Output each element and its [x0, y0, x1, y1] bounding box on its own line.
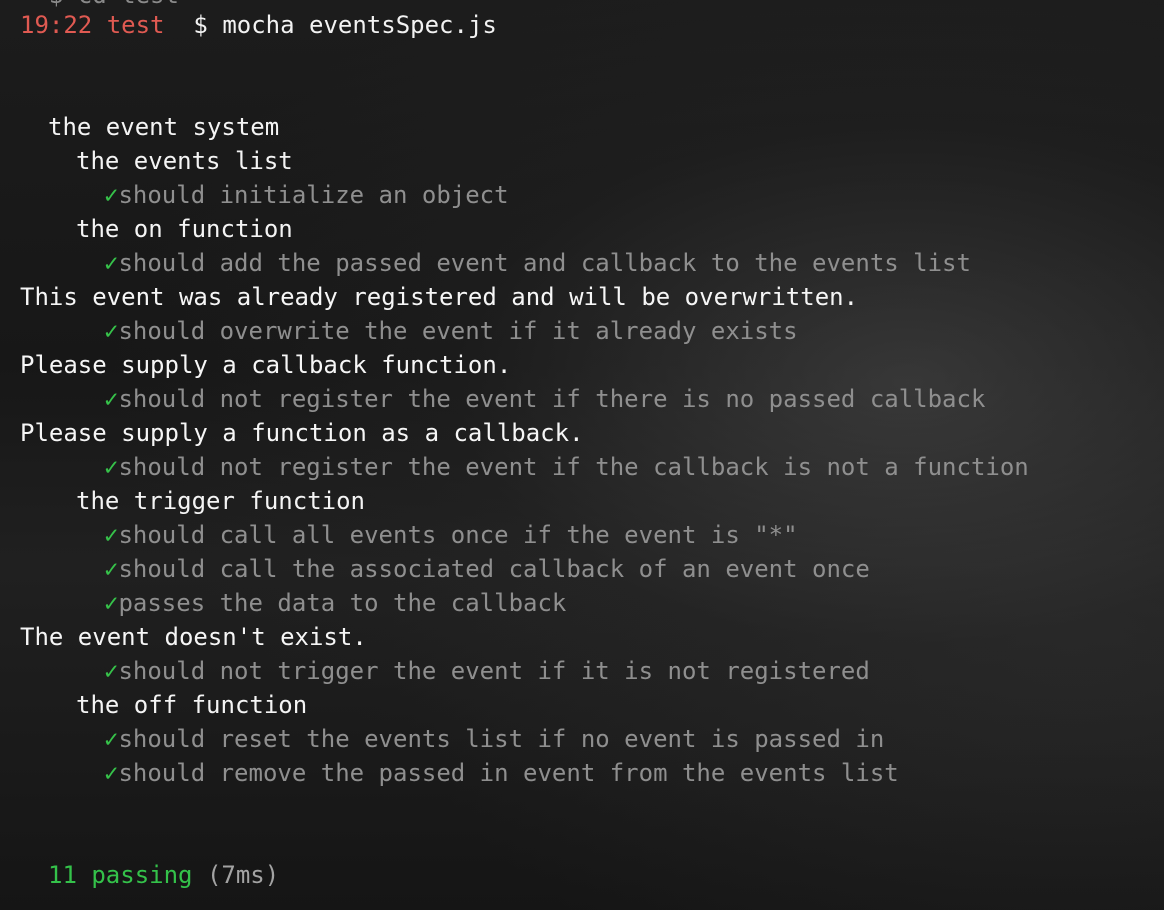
console-log-line: Please supply a callback function. [20, 351, 512, 379]
check-icon: ✓ [104, 725, 119, 753]
suite-title-off: the off function [76, 691, 308, 719]
summary-line: 11 passing (7ms) [48, 858, 279, 892]
test-title: passes the data to the callback [118, 589, 567, 617]
test-result: ✓should overwrite the event if it alread… [104, 314, 798, 348]
passing-count: 11 passing [48, 861, 193, 889]
test-title: should remove the passed in event from t… [118, 759, 899, 787]
check-icon: ✓ [104, 249, 119, 277]
check-icon: ✓ [104, 317, 119, 345]
test-result: ✓should call all events once if the even… [104, 518, 798, 552]
check-icon: ✓ [104, 453, 119, 481]
suite-title-trigger: the trigger function [76, 487, 365, 515]
test-result: ✓passes the data to the callback [104, 586, 566, 620]
suite-title-events-list: the events list [76, 147, 293, 175]
console-log-line: This event was already registered and wi… [20, 283, 859, 311]
test-result: ✓should call the associated callback of … [104, 552, 870, 586]
test-title: should call all events once if the event… [118, 521, 798, 549]
check-icon: ✓ [104, 657, 119, 685]
test-title: should not trigger the event if it is no… [118, 657, 870, 685]
prompt-line: 19:22 test $ mocha eventsSpec.js [20, 8, 497, 42]
command-text: mocha eventsSpec.js [222, 11, 497, 39]
check-icon: ✓ [104, 589, 119, 617]
terminal-window[interactable]: ~ $ cd test 19:22 test $ mocha eventsSpe… [0, 0, 1164, 910]
test-result: ✓should not register the event if the ca… [104, 450, 1029, 484]
test-title: should add the passed event and callback… [118, 249, 971, 277]
test-result: ✓should reset the events list if no even… [104, 722, 884, 756]
console-log-line: The event doesn't exist. [20, 623, 367, 651]
test-title: should reset the events list if no event… [118, 725, 885, 753]
prompt-directory: test [106, 11, 165, 39]
test-title: should not register the event if there i… [118, 385, 986, 413]
duration: (7ms) [206, 861, 280, 889]
check-icon: ✓ [104, 385, 119, 413]
test-result: ✓should not trigger the event if it is n… [104, 654, 870, 688]
prompt-symbol: $ [193, 11, 208, 39]
test-title: should overwrite the event if it already… [118, 317, 798, 345]
test-result: ✓should not register the event if there … [104, 382, 985, 416]
test-title: should initialize an object [118, 181, 509, 209]
test-title: should call the associated callback of a… [118, 555, 870, 583]
check-icon: ✓ [104, 555, 119, 583]
check-icon: ✓ [104, 759, 119, 787]
suite-title-root: the event system [48, 113, 280, 141]
test-title: should not register the event if the cal… [118, 453, 1029, 481]
prompt-time: 19:22 [20, 11, 93, 39]
console-log-line: Please supply a function as a callback. [20, 419, 584, 447]
test-result: ✓should add the passed event and callbac… [104, 246, 971, 280]
test-result: ✓should initialize an object [104, 178, 509, 212]
check-icon: ✓ [104, 521, 119, 549]
check-icon: ✓ [104, 181, 119, 209]
suite-title-on: the on function [76, 215, 293, 243]
test-result: ✓should remove the passed in event from … [104, 756, 899, 790]
